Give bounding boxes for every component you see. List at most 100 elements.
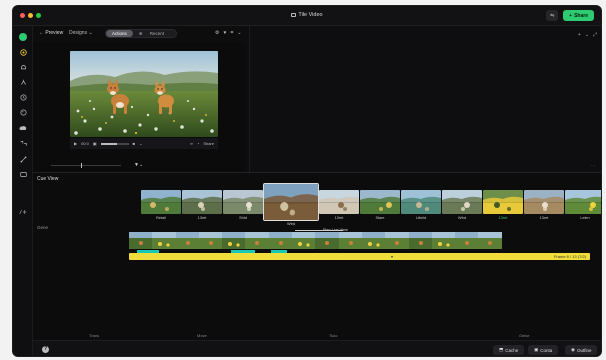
image-icon[interactable] <box>17 169 29 179</box>
preview-panel: ▶ 00:0 ▣ ■ ⌄ ∞ ◔ Share ▼⌄ <box>33 42 245 172</box>
sparkle-icon[interactable] <box>17 138 29 148</box>
thumbnail-label: 13ret <box>197 216 207 220</box>
palette-icon[interactable] <box>17 107 29 117</box>
clip-thumbnail[interactable]: Shtd <box>223 190 263 226</box>
cut-icon[interactable] <box>17 77 29 87</box>
thumbnail-image <box>319 190 359 214</box>
play-icon[interactable]: ▶ <box>74 141 77 146</box>
clip-thumbnails: Retail 13ret Shtd Wtrd 13ret Stare Ltbel… <box>141 184 601 226</box>
plus-icon[interactable]: + <box>578 32 581 38</box>
settings-icon[interactable]: ⚙ <box>215 30 219 36</box>
brand-icon[interactable] <box>17 32 29 42</box>
caption-track-label: Frame 6 / 13 (7/2) <box>553 254 586 259</box>
share-button[interactable]: + Share <box>563 10 594 21</box>
thumbnail-image <box>264 184 318 220</box>
crop-icon[interactable]: ⌗ <box>230 30 233 36</box>
video-track[interactable] <box>129 232 502 249</box>
chevron-down-icon[interactable]: ⌄ <box>139 141 142 146</box>
ruler-label: Tiulo <box>329 333 338 338</box>
captions-icon[interactable]: ▣ <box>93 141 97 146</box>
resize-handle[interactable]: ⋯ <box>591 163 595 168</box>
tab-actions[interactable]: Actions <box>106 30 133 37</box>
thumbnail-image <box>483 190 523 214</box>
playback-controls: ▶ 00:0 ▣ ■ ⌄ ∞ ◔ Share <box>70 138 218 149</box>
clip-thumbnail[interactable]: 13ret <box>483 190 523 226</box>
scrubber-handle[interactable] <box>81 163 82 168</box>
speed-icon[interactable]: ◔ <box>197 141 199 146</box>
thumbnail-image <box>442 190 482 214</box>
fx-icon[interactable] <box>17 207 29 217</box>
track-frame <box>315 232 339 249</box>
thumbnail-label: 13ret <box>498 216 508 220</box>
track-frame <box>478 232 502 249</box>
designs-dropdown-label: Designs <box>69 30 88 36</box>
track-frame <box>361 232 386 249</box>
marker-icon[interactable]: ▼⌄ <box>134 162 143 168</box>
time-ruler[interactable]: Trans Move Tiulo Gelse <box>33 332 601 340</box>
ruler-label: Trans <box>89 333 100 338</box>
track-frame <box>129 232 153 249</box>
expand-icon[interactable]: ⤢ <box>593 32 597 38</box>
ruler-label: Move <box>197 333 207 338</box>
thumbnail-label: Wtrd <box>286 222 295 226</box>
thumbnail-label: Wtrd <box>457 216 466 220</box>
sidebar <box>13 26 33 356</box>
clip-thumbnail[interactable]: Retail <box>141 190 181 226</box>
clip-thumbnail[interactable]: 13ret <box>319 190 359 226</box>
track-frame <box>338 232 362 249</box>
sliders-icon[interactable]: ⇋ <box>546 10 559 21</box>
export-icon: ⬒ <box>499 347 504 352</box>
track-frame <box>245 232 269 249</box>
help-icon[interactable]: ? <box>42 346 49 353</box>
thumbnail-label: Stare <box>375 216 385 220</box>
clip-thumbnail[interactable]: Wtrd <box>264 184 318 226</box>
conta-button[interactable]: ▣ Conta <box>528 345 559 355</box>
designs-dropdown[interactable]: Designs ⌄ <box>69 30 93 36</box>
clip-thumbnail[interactable]: 13ret <box>182 190 222 226</box>
link-icon[interactable]: ∞ <box>190 141 193 146</box>
track-frame <box>408 232 432 249</box>
outfine-button-label: Outfine <box>576 347 592 353</box>
caption-track[interactable]: ▾ Frame 6 / 13 (7/2) <box>129 253 590 260</box>
render-icon: ◉ <box>571 347 575 352</box>
timeline-panel: Cue View Gene Retail 13ret Shtd Wtrd 13r… <box>33 173 601 340</box>
volume-fill <box>100 142 118 145</box>
camera-icon[interactable]: ■ <box>133 141 135 146</box>
preview-back-button[interactable]: ← Preview <box>39 30 63 36</box>
thumbnail-label: Shtd <box>239 216 247 220</box>
tab-recent[interactable]: ⊕ Recent <box>133 30 176 37</box>
clip-thumbnail[interactable]: Stare <box>360 190 400 226</box>
ruler-label: Gelse <box>519 333 530 338</box>
home-icon[interactable] <box>17 47 29 57</box>
chevron-down-icon[interactable]: ⌄ <box>585 32 589 38</box>
window-title-text: Tile Video <box>298 12 323 18</box>
video-icon <box>291 13 297 17</box>
lane-label: Gene <box>37 225 49 230</box>
clock-icon[interactable] <box>17 92 29 102</box>
clip-thumbnail[interactable]: Wtrd <box>442 190 482 226</box>
chevron-down-icon[interactable]: ⌄ <box>237 30 241 36</box>
track-frame <box>431 232 456 249</box>
outfine-button[interactable]: ◉ Outfine <box>565 345 598 355</box>
thumbnail-label: 13ret <box>539 216 549 220</box>
preview-scrubber[interactable] <box>51 163 121 168</box>
thumbnail-image <box>360 190 400 214</box>
cloud-icon[interactable] <box>17 123 29 133</box>
thumbnail-image <box>401 190 441 214</box>
cache-button[interactable]: ⬒ Cache <box>493 345 525 355</box>
clip-thumbnail[interactable]: Ltbeld <box>401 190 441 226</box>
clip-thumbnail[interactable]: Lelen <box>565 190 601 226</box>
clip-thumbnail[interactable]: 13ret <box>524 190 564 226</box>
share-icon[interactable] <box>17 154 29 164</box>
window-title: Tile Video <box>13 12 601 18</box>
bell-icon[interactable] <box>17 62 29 72</box>
volume-slider[interactable] <box>100 142 129 145</box>
video-preview[interactable] <box>70 51 218 137</box>
track-frame <box>175 232 199 249</box>
speed-label: Share <box>203 141 214 146</box>
track-frame <box>222 232 246 249</box>
heart-icon[interactable]: ♥ <box>223 30 226 36</box>
timeline-title: Cue View <box>37 176 59 182</box>
share-button-label: Share <box>574 12 588 19</box>
editor-toolbar: ← Preview Designs ⌄ Actions ⊕ Recent ⚙ ♥… <box>33 26 241 42</box>
